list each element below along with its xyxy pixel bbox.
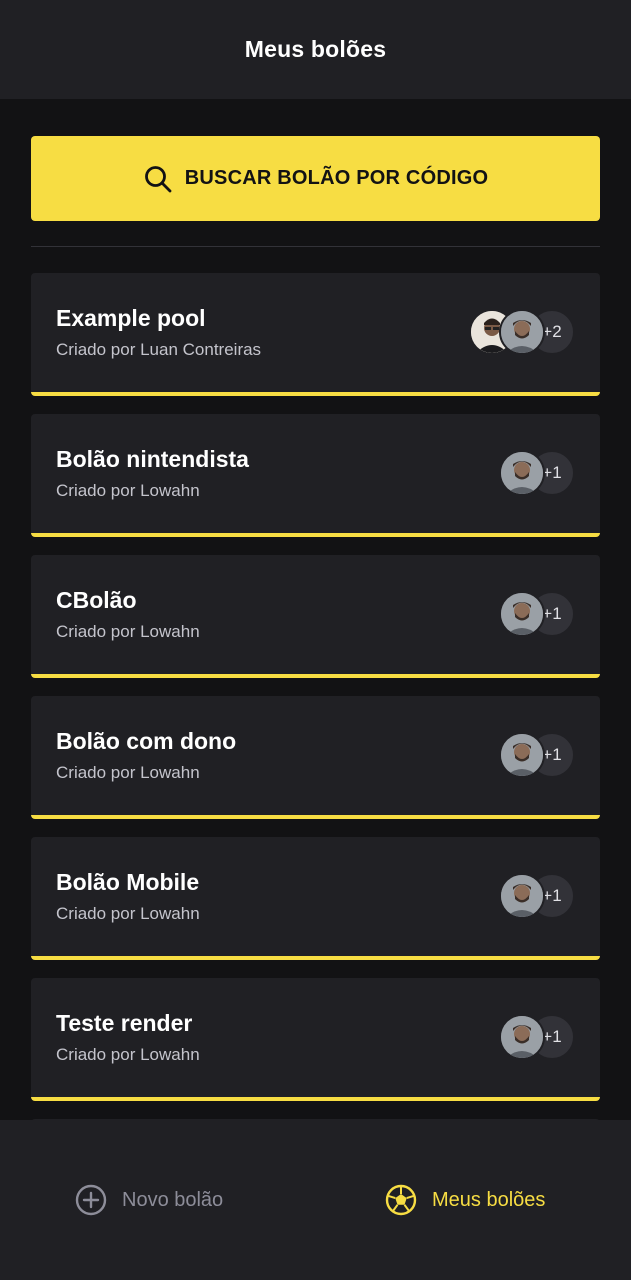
divider bbox=[31, 246, 600, 247]
participants-avatars: +1 bbox=[499, 732, 575, 778]
pool-owner: Criado por Lowahn bbox=[56, 763, 200, 782]
search-button-label: BUSCAR BOLÃO POR CÓDIGO bbox=[184, 167, 489, 189]
pool-card[interactable]: CBolão Criado por Lowahn +1 bbox=[31, 555, 600, 678]
pool-name: Bolão com dono bbox=[56, 728, 237, 754]
participants-avatars: +1 bbox=[499, 591, 575, 637]
pool-name: CBolão bbox=[56, 587, 137, 613]
participants-avatars: +2 bbox=[469, 309, 575, 355]
soccer-ball-icon bbox=[384, 1183, 418, 1217]
pool-card[interactable]: Bolão nintendista Criado por Lowahn +1 bbox=[31, 414, 600, 537]
avatar bbox=[499, 1014, 545, 1060]
avatar bbox=[499, 450, 545, 496]
pool-list[interactable]: Example pool Criado por Luan Contreiras bbox=[31, 273, 600, 1120]
participants-avatars: +1 bbox=[499, 450, 575, 496]
bottom-tab-bar: Novo bolão Meus bolões bbox=[0, 1120, 631, 1280]
avatar bbox=[499, 873, 545, 919]
pool-owner: Criado por Lowahn bbox=[56, 622, 200, 641]
search-icon bbox=[143, 164, 173, 194]
tab-new-pool[interactable]: Novo bolão bbox=[74, 1120, 223, 1280]
app-header: Meus bolões bbox=[0, 0, 631, 99]
pool-owner: Criado por Luan Contreiras bbox=[56, 340, 262, 359]
participants-avatars: +1 bbox=[499, 1014, 575, 1060]
pool-owner: Criado por Lowahn bbox=[56, 1045, 200, 1064]
pool-owner: Criado por Lowahn bbox=[56, 904, 200, 923]
pool-owner: Criado por Lowahn bbox=[56, 481, 200, 500]
avatar bbox=[499, 591, 545, 637]
pool-name: Bolão Mobile bbox=[56, 869, 200, 895]
pool-name: Bolão nintendista bbox=[56, 446, 249, 472]
avatar bbox=[499, 309, 545, 355]
participants-avatars: +1 bbox=[499, 873, 575, 919]
tab-my-pools-label: Meus bolões bbox=[432, 1188, 546, 1211]
tab-my-pools[interactable]: Meus bolões bbox=[384, 1120, 545, 1280]
pool-name: Teste render bbox=[56, 1010, 193, 1036]
page-title: Meus bolões bbox=[244, 36, 387, 62]
pool-card[interactable]: Bolão com dono Criado por Lowahn +1 bbox=[31, 696, 600, 819]
search-pool-by-code-button[interactable]: BUSCAR BOLÃO POR CÓDIGO bbox=[31, 136, 600, 221]
pool-name: Example pool bbox=[56, 305, 206, 331]
pool-card[interactable]: Teste render Criado por Lowahn +1 bbox=[31, 978, 600, 1101]
pool-card[interactable]: Bolão Mobile Criado por Lowahn +1 bbox=[31, 837, 600, 960]
plus-circle-icon bbox=[74, 1183, 108, 1217]
pool-card[interactable]: Example pool Criado por Luan Contreiras bbox=[31, 273, 600, 396]
tab-new-pool-label: Novo bolão bbox=[122, 1188, 224, 1211]
avatar bbox=[499, 732, 545, 778]
